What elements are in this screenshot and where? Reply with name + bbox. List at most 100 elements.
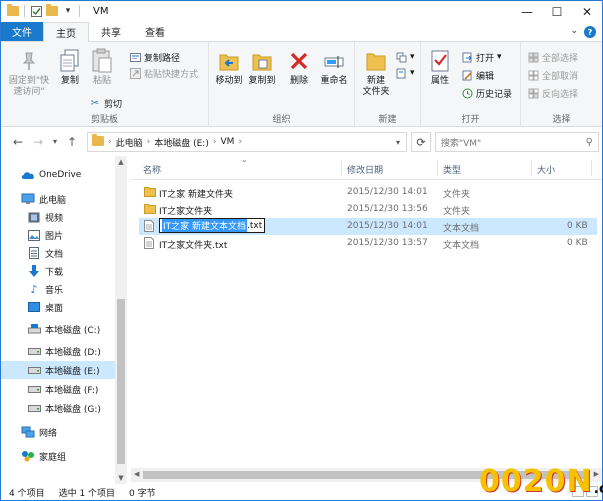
- sort-chevron-icon: ⌄: [241, 155, 248, 164]
- file-row[interactable]: IT之家文件夹 2015/12/30 13:56 文件夹: [139, 201, 597, 218]
- column-header-size[interactable]: 大小: [537, 163, 555, 176]
- maximize-icon[interactable]: ☐: [542, 1, 572, 23]
- file-size: 0 KB: [567, 238, 588, 248]
- breadcrumb-this-pc[interactable]: 此电脑: [116, 136, 143, 149]
- tab-home[interactable]: 主页: [43, 22, 89, 42]
- ribbon: 固定到"快 速访问" 复制 粘贴 复制路径 粘贴快捷方式 ✂ 剪切 剪贴板 移动…: [1, 42, 602, 127]
- breadcrumb-separator[interactable]: ›: [147, 137, 151, 147]
- video-icon: [27, 211, 41, 223]
- paste-shortcut-button[interactable]: 粘贴快捷方式: [129, 66, 198, 80]
- navigation-scrollbar[interactable]: ▲ ▼: [115, 156, 127, 484]
- select-none-button[interactable]: 全部取消: [527, 68, 578, 82]
- up-arrow-icon[interactable]: ↑: [67, 135, 77, 149]
- copy-path-button[interactable]: 复制路径: [129, 50, 180, 64]
- chevron-down-icon[interactable]: ▾: [62, 5, 74, 17]
- tab-view[interactable]: 查看: [133, 22, 177, 41]
- nav-item-drive-g[interactable]: 本地磁盘 (G:): [1, 399, 115, 417]
- file-row[interactable]: IT之家文件夹.txt 2015/12/30 13:57 文本文档 0 KB: [139, 235, 597, 252]
- nav-item-drive-f[interactable]: 本地磁盘 (F:): [1, 380, 115, 398]
- nav-item-drive-d[interactable]: 本地磁盘 (D:): [1, 342, 115, 360]
- search-box[interactable]: 搜索"VM" ⚲: [435, 132, 599, 152]
- edit-button[interactable]: 编辑: [461, 68, 494, 82]
- breadcrumb-drive-e[interactable]: 本地磁盘 (E:): [154, 136, 209, 149]
- nav-item-onedrive[interactable]: OneDrive: [1, 166, 115, 184]
- copy-to-icon: [249, 48, 275, 74]
- copy-button[interactable]: 复制: [55, 48, 85, 87]
- new-folder-button[interactable]: 新建 文件夹: [359, 48, 393, 98]
- back-arrow-icon[interactable]: ←: [13, 135, 23, 149]
- column-header-row: 名称 ⌄ 修改日期 类型 大小: [131, 155, 602, 180]
- new-folder-icon[interactable]: [46, 4, 58, 17]
- history-button[interactable]: 历史记录: [461, 86, 512, 100]
- column-divider[interactable]: [437, 160, 438, 176]
- scroll-up-arrow-icon[interactable]: ▲: [115, 158, 127, 166]
- breadcrumb-separator[interactable]: ›: [213, 137, 217, 147]
- properties-label: 属性: [430, 76, 449, 86]
- file-row[interactable]: IT之家 新建文本文档 .txt 2015/12/30 14:01 文本文档 0 …: [139, 218, 597, 235]
- nav-item-downloads[interactable]: 下载: [1, 262, 115, 280]
- rename-input[interactable]: IT之家 新建文本文档 .txt: [159, 218, 266, 233]
- scroll-left-arrow-icon[interactable]: ◀: [134, 470, 139, 478]
- column-header-modified[interactable]: 修改日期: [347, 163, 383, 176]
- pin-quick-access-button[interactable]: 固定到"快 速访问": [7, 48, 51, 98]
- scrollbar-thumb[interactable]: [117, 299, 125, 464]
- rename-label: 重命名: [320, 76, 348, 86]
- nav-item-drive-c[interactable]: 本地磁盘 (C:): [1, 320, 115, 338]
- file-row[interactable]: IT之家 新建文件夹 2015/12/30 14:01 文件夹: [139, 184, 597, 201]
- minimize-icon[interactable]: —: [512, 1, 542, 23]
- scissors-icon: ✂: [90, 97, 100, 109]
- search-input[interactable]: 搜索"VM": [441, 136, 481, 149]
- copy-to-label: 复制到: [248, 76, 276, 86]
- column-divider[interactable]: [591, 160, 592, 176]
- rename-button[interactable]: 重命名: [317, 48, 351, 87]
- file-name: IT之家文件夹.txt: [159, 241, 228, 251]
- nav-item-homegroup[interactable]: 家庭组: [1, 447, 115, 465]
- move-to-button[interactable]: 移动到: [213, 48, 245, 87]
- select-all-button[interactable]: 全部选择: [527, 50, 578, 64]
- drive-icon: [27, 345, 41, 357]
- recent-locations-chevron-icon[interactable]: ▾: [53, 137, 57, 146]
- nav-item-music[interactable]: ♪ 音乐: [1, 280, 115, 298]
- breadcrumb-separator[interactable]: ›: [238, 137, 242, 147]
- refresh-button[interactable]: ⟳: [411, 132, 431, 152]
- close-icon[interactable]: ✕: [572, 1, 602, 23]
- invert-selection-icon: [527, 87, 539, 99]
- nav-item-drive-e[interactable]: 本地磁盘 (E:): [1, 361, 115, 379]
- address-bar[interactable]: › 此电脑 › 本地磁盘 (E:) › VM › ▾: [87, 132, 407, 152]
- navigation-pane: OneDrive 此电脑 视频 图片 文档 下载 ♪ 音乐 桌面 本地磁盘 (C…: [1, 156, 127, 484]
- nav-item-pictures[interactable]: 图片: [1, 226, 115, 244]
- column-divider[interactable]: [341, 160, 342, 176]
- delete-button[interactable]: 删除: [287, 48, 311, 87]
- copy-to-button[interactable]: 复制到: [245, 48, 279, 87]
- nav-item-desktop[interactable]: 桌面: [1, 298, 115, 316]
- easy-access-button[interactable]: ▾: [395, 66, 415, 80]
- scroll-down-arrow-icon[interactable]: ▼: [115, 474, 127, 482]
- quick-access-toolbar: ▾: [7, 4, 81, 17]
- help-icon[interactable]: ?: [584, 26, 596, 38]
- nav-item-documents[interactable]: 文档: [1, 244, 115, 262]
- cut-button[interactable]: ✂ 剪切: [89, 96, 122, 110]
- nav-item-videos[interactable]: 视频: [1, 208, 115, 226]
- open-button[interactable]: 打开 ▾: [461, 50, 502, 64]
- breadcrumb-vm[interactable]: VM: [220, 137, 234, 147]
- properties-button[interactable]: 属性: [425, 48, 455, 87]
- forward-arrow-icon[interactable]: →: [33, 135, 43, 149]
- column-header-type[interactable]: 类型: [443, 163, 461, 176]
- chevron-down-icon[interactable]: ⌄: [570, 26, 578, 38]
- tab-file[interactable]: 文件: [1, 22, 43, 41]
- drive-icon: [27, 383, 41, 395]
- organize-group: 移动到 复制到 删除 重命名 组织: [209, 42, 355, 127]
- toolbar-separator: [79, 5, 80, 17]
- nav-item-network[interactable]: 网络: [1, 423, 115, 441]
- column-header-name[interactable]: 名称: [143, 163, 161, 176]
- nav-item-this-pc[interactable]: 此电脑: [1, 190, 115, 208]
- column-divider[interactable]: [531, 160, 532, 176]
- properties-check-icon[interactable]: [30, 5, 42, 17]
- invert-selection-button[interactable]: 反向选择: [527, 86, 578, 100]
- ribbon-help: ⌄ ?: [570, 26, 596, 38]
- new-item-button[interactable]: ▾: [395, 50, 415, 64]
- tab-share[interactable]: 共享: [89, 22, 133, 41]
- paste-button[interactable]: 粘贴: [87, 48, 117, 87]
- address-history-chevron-icon[interactable]: ▾: [396, 138, 400, 147]
- site-watermark-logo: 0020N .cn: [479, 459, 603, 499]
